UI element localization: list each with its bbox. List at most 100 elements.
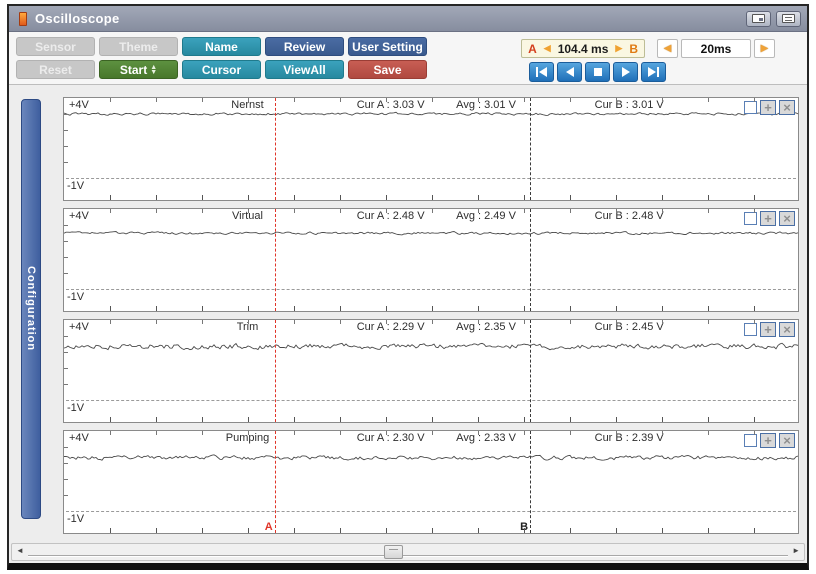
x-axis-tick <box>570 431 571 435</box>
y-axis-tick <box>64 257 68 258</box>
x-axis-tick <box>202 417 203 422</box>
x-axis-tick <box>478 431 479 435</box>
x-axis-tick <box>432 417 433 422</box>
cursor-b-line[interactable] <box>530 209 532 311</box>
y-axis-tick <box>64 384 68 385</box>
step-back-button[interactable] <box>557 62 582 82</box>
window-menu-button[interactable] <box>776 10 801 27</box>
y-axis-tick <box>64 479 68 480</box>
cursor-a-line[interactable] <box>274 209 276 311</box>
start-button[interactable]: Start ▲ ▼ <box>99 60 178 79</box>
back-icon <box>565 67 574 77</box>
review-button[interactable]: Review <box>265 37 344 56</box>
x-axis-tick <box>754 306 755 311</box>
x-axis-tick <box>340 209 341 213</box>
y-axis-tick <box>64 130 68 131</box>
timebase-decrease-button[interactable]: ◀ <box>657 39 678 58</box>
arrow-right-icon[interactable]: ▶ <box>615 43 622 54</box>
close-channel-button[interactable]: × <box>779 100 795 115</box>
x-axis-tick <box>156 431 157 435</box>
channel-checkbox[interactable] <box>744 101 757 114</box>
close-channel-button[interactable]: × <box>779 322 795 337</box>
magnify-channel-button[interactable]: + <box>760 322 776 337</box>
cursor-b-line[interactable] <box>530 320 532 422</box>
x-axis-tick <box>340 306 341 311</box>
x-axis-tick <box>248 209 249 213</box>
x-axis-tick <box>662 431 663 435</box>
cursor-a-line[interactable] <box>274 320 276 422</box>
x-axis-tick <box>248 417 249 422</box>
y-axis-tick <box>64 241 68 242</box>
cur-a-value: Cur A : 2.30 V <box>356 432 425 444</box>
neg1v-gridline <box>66 400 796 401</box>
x-axis-tick <box>156 306 157 311</box>
x-axis-tick <box>524 320 525 324</box>
detach-window-button[interactable] <box>746 10 771 27</box>
magnify-channel-button[interactable]: + <box>760 211 776 226</box>
x-axis-tick <box>754 320 755 324</box>
scroll-right-icon[interactable]: ► <box>792 546 800 555</box>
timebase-increase-button[interactable]: ▶ <box>754 39 775 58</box>
cursor-b-line[interactable] <box>530 98 532 200</box>
magnify-channel-button[interactable]: + <box>760 433 776 448</box>
x-axis-tick <box>386 431 387 435</box>
x-axis-tick <box>156 98 157 102</box>
x-axis-tick <box>386 98 387 102</box>
horizontal-scrollbar[interactable]: ◄ ► <box>11 543 805 561</box>
scroll-left-icon[interactable]: ◄ <box>16 546 24 555</box>
avg-value: Avg : 2.49 V <box>456 210 516 222</box>
close-channel-button[interactable]: × <box>779 211 795 226</box>
cursor-a-line[interactable] <box>274 431 276 533</box>
skip-to-end-button[interactable] <box>641 62 666 82</box>
x-axis-tick <box>432 431 433 435</box>
x-axis-tick <box>248 98 249 102</box>
x-axis-tick <box>294 98 295 102</box>
x-axis-tick <box>524 195 525 200</box>
magnify-channel-button[interactable]: + <box>760 100 776 115</box>
y-axis-tick <box>64 495 68 496</box>
app-icon <box>19 11 27 26</box>
cur-a-value: Cur A : 2.48 V <box>356 210 425 222</box>
theme-button[interactable]: Theme <box>99 37 178 56</box>
viewall-button[interactable]: ViewAll <box>265 60 344 79</box>
x-axis-tick <box>248 528 249 533</box>
arrow-left-icon[interactable]: ◀ <box>544 43 551 54</box>
cursor-button[interactable]: Cursor <box>182 60 261 79</box>
x-axis-tick <box>616 209 617 213</box>
stop-button[interactable] <box>585 62 610 82</box>
scrollbar-thumb[interactable] <box>384 545 404 559</box>
skip-to-start-button[interactable] <box>529 62 554 82</box>
configuration-tab[interactable]: Configuration <box>21 99 41 519</box>
channel-checkbox[interactable] <box>744 212 757 225</box>
x-axis-tick <box>156 195 157 200</box>
name-button[interactable]: Name <box>182 37 261 56</box>
avg-value: Avg : 2.35 V <box>456 321 516 333</box>
x-axis-tick <box>202 306 203 311</box>
x-axis-tick <box>478 528 479 533</box>
channel-checkbox[interactable] <box>744 434 757 447</box>
cursor-a-line[interactable] <box>274 98 276 200</box>
save-button[interactable]: Save <box>348 60 427 79</box>
sensor-button[interactable]: Sensor <box>16 37 95 56</box>
x-axis-tick <box>662 209 663 213</box>
x-axis-tick <box>294 417 295 422</box>
reset-button[interactable]: Reset <box>16 60 95 79</box>
close-channel-button[interactable]: × <box>779 433 795 448</box>
waveform-trace <box>64 111 798 116</box>
x-axis-tick <box>340 320 341 324</box>
scrollbar-track[interactable] <box>28 555 788 557</box>
configuration-tab-label: Configuration <box>25 266 37 352</box>
channel-virtual: +4V -1V Virtual Cur A : 2.48 V Avg : 2.4… <box>63 208 799 312</box>
y-axis-tick <box>64 162 68 163</box>
cursor-a-bottom-label: A <box>264 521 273 533</box>
cursor-b-line[interactable] <box>530 431 532 533</box>
x-axis-tick <box>294 528 295 533</box>
x-axis-tick <box>432 195 433 200</box>
x-axis-tick <box>616 528 617 533</box>
user-setting-button[interactable]: User Setting <box>348 37 427 56</box>
play-button[interactable] <box>613 62 638 82</box>
x-axis-tick <box>616 306 617 311</box>
channel-checkbox[interactable] <box>744 323 757 336</box>
window-title: Oscilloscope <box>35 11 120 26</box>
x-axis-tick <box>524 98 525 102</box>
